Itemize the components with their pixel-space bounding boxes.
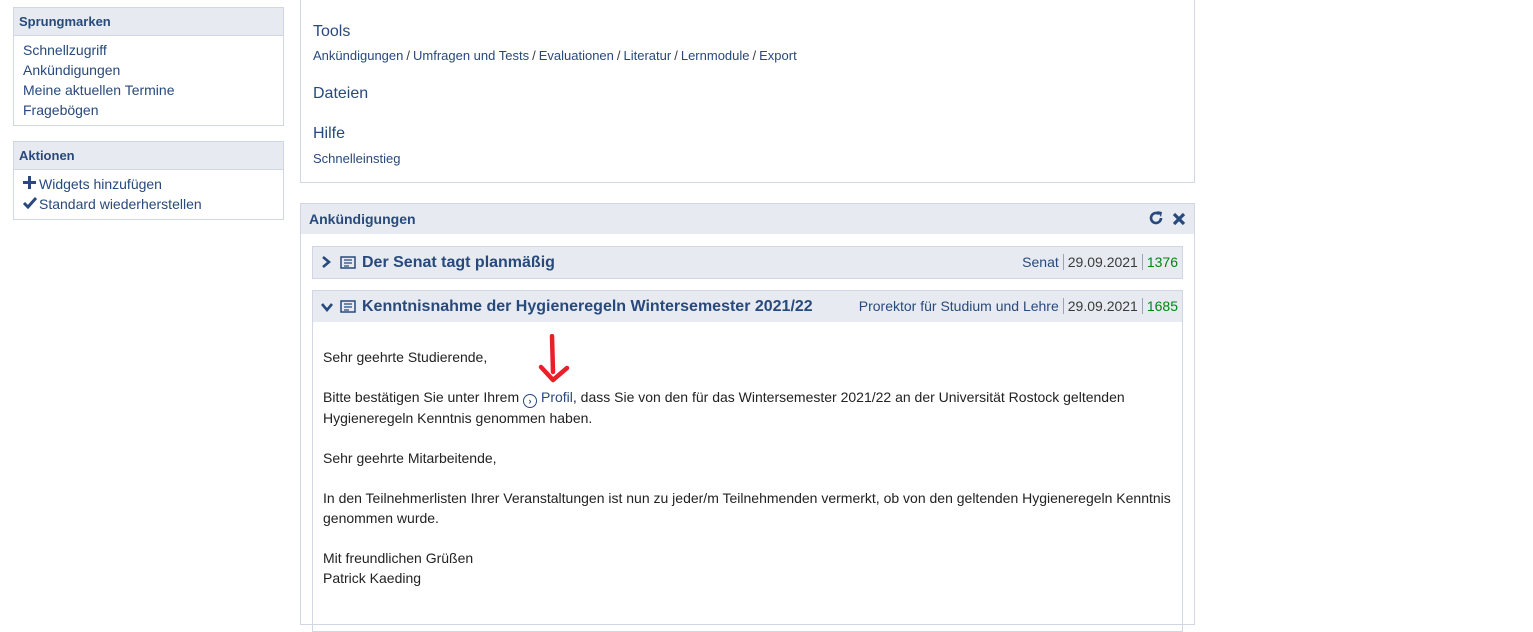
jump-link-announcements[interactable]: Ankündigungen [23, 62, 120, 78]
news-item-header[interactable]: Kenntnisnahme der Hygieneregeln Winterse… [313, 291, 1182, 322]
announcements-widget-title: Ankündigungen [309, 211, 416, 227]
news-item: Kenntnisnahme der Hygieneregeln Winterse… [312, 290, 1183, 632]
news-author[interactable]: Prorektor für Studium und Lehre [854, 298, 1064, 314]
tools-link-announcements[interactable]: Ankündigungen [313, 48, 403, 63]
signature: Patrick Kaeding [323, 570, 422, 586]
announcement-icon [340, 300, 356, 313]
greeting-staff: Sehr geehrte Mitarbeitende, [323, 450, 497, 466]
help-links: Schnelleinstieg [313, 151, 400, 166]
plus-icon [23, 174, 39, 194]
chevron-circle-right-icon: › [523, 394, 537, 408]
add-widgets-action[interactable]: Widgets hinzufügen [23, 174, 283, 194]
announcement-icon [340, 256, 356, 269]
help-link-quickstart[interactable]: Schnelleinstieg [313, 151, 400, 166]
sidebar-jump-box: Sprungmarken Schnellzugriff Ankündigunge… [13, 7, 284, 126]
body-paragraph-1: Bitte bestätigen Sie unter Ihrem › Profil… [323, 387, 1172, 428]
profile-link-label[interactable]: Profil [541, 389, 573, 405]
news-views: 1685 [1146, 298, 1178, 314]
news-item: Der Senat tagt planmäßig Senat 29.09.2021… [312, 246, 1183, 279]
news-date: 29.09.2021 [1063, 298, 1143, 314]
restore-default-action[interactable]: Standard wiederherstellen [22, 194, 283, 214]
closing: Mit freundlichen Grüßen [323, 550, 474, 566]
news-views: 1376 [1146, 254, 1178, 270]
greeting-students: Sehr geehrte Studierende, [323, 349, 488, 365]
sidebar-jump-title: Sprungmarken [14, 8, 283, 36]
jump-link-appointments[interactable]: Meine aktuellen Termine [23, 82, 175, 98]
add-widgets-label[interactable]: Widgets hinzufügen [39, 176, 162, 192]
news-author[interactable]: Senat [1018, 254, 1064, 270]
news-item-header[interactable]: Der Senat tagt planmäßig Senat 29.09.2021… [313, 247, 1182, 278]
tools-link-literature[interactable]: Literatur [624, 48, 672, 63]
chevron-right-icon[interactable] [321, 247, 332, 278]
profile-link[interactable]: › Profil [523, 389, 573, 408]
news-date: 29.09.2021 [1063, 254, 1143, 270]
news-title[interactable]: Der Senat tagt planmäßig [362, 247, 555, 278]
jump-link-questionnaires[interactable]: Fragebögen [23, 102, 99, 118]
files-heading[interactable]: Dateien [313, 85, 368, 103]
announcements-widget: Ankündigungen Der Senat tagt planmäßig S… [300, 203, 1195, 632]
red-arrow-annotation [538, 334, 570, 383]
close-icon[interactable] [1172, 209, 1186, 228]
tools-link-surveys[interactable]: Umfragen und Tests [413, 48, 529, 63]
news-meta: Senat 29.09.2021 1376 [1018, 247, 1178, 278]
news-meta: Prorektor für Studium und Lehre 29.09.202… [854, 291, 1178, 322]
tools-links: Ankündigungen / Umfragen und Tests / Evaluat… [313, 48, 797, 63]
announcements-widget-header: Ankündigungen [301, 204, 1194, 234]
quick-access-panel: Tools Ankündigungen / Umfragen und Tests / E… [300, 0, 1195, 183]
restore-default-label[interactable]: Standard wiederherstellen [39, 196, 202, 212]
body-paragraph-2: In den Teilnehmerlisten Ihrer Veranstalt… [323, 490, 1171, 526]
check-icon [22, 194, 39, 214]
tools-heading: Tools [313, 23, 351, 40]
tools-link-evaluations[interactable]: Evaluationen [539, 48, 614, 63]
sidebar-actions-title: Aktionen [14, 142, 283, 170]
chevron-down-icon[interactable] [321, 291, 333, 322]
tools-link-learning-modules[interactable]: Lernmodule [681, 48, 750, 63]
tools-link-export[interactable]: Export [759, 48, 797, 63]
jump-link-quick-access[interactable]: Schnellzugriff [23, 42, 107, 58]
sidebar-actions-box: Aktionen Widgets hinzufügen Standard wie… [13, 141, 284, 220]
closing-block: Mit freundlichen Grüßen Patrick Kaeding [323, 548, 1172, 588]
body-text: Bitte bestätigen Sie unter Ihrem [323, 389, 520, 405]
refresh-icon[interactable] [1148, 209, 1169, 228]
news-title[interactable]: Kenntnisnahme der Hygieneregeln Winterse… [362, 291, 813, 322]
news-body: Sehr geehrte Studierende, Bitte bestätig… [313, 322, 1182, 588]
help-heading: Hilfe [313, 125, 346, 142]
